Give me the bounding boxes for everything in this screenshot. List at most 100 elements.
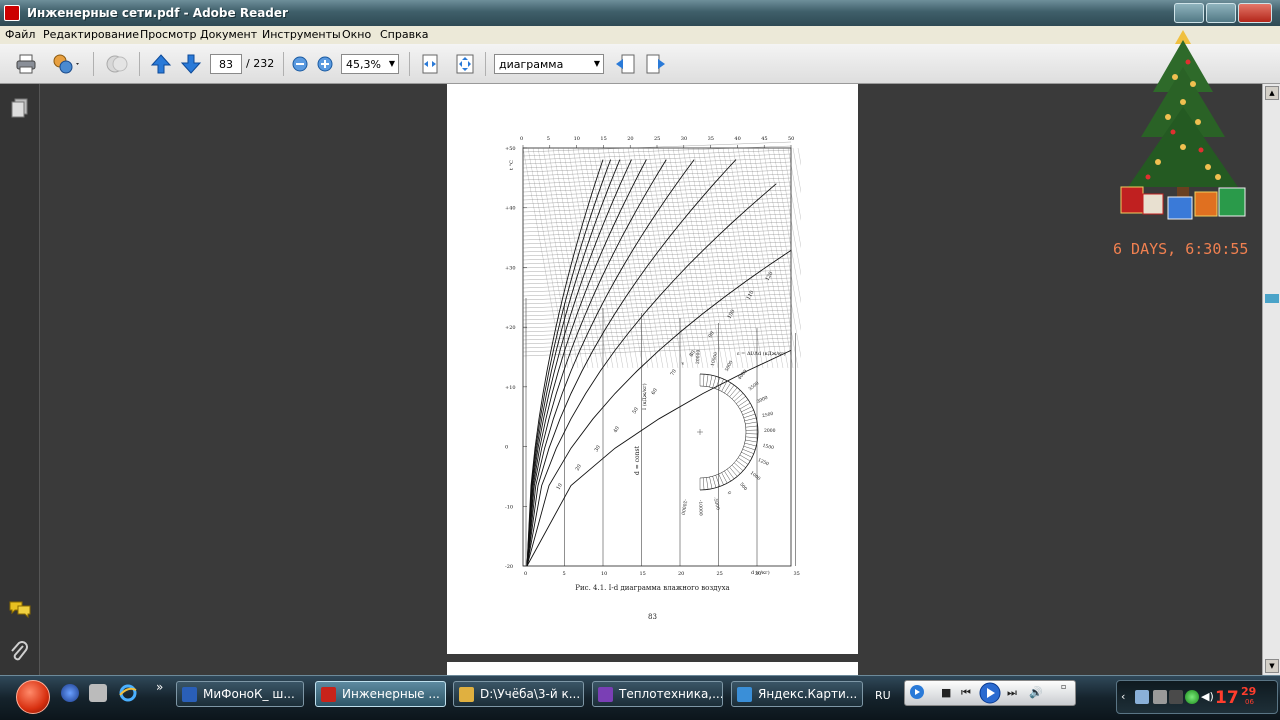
- taskbar-item-teplotekhnika[interactable]: Теплотехника,...: [592, 681, 723, 707]
- scroll-down-icon[interactable]: ▼: [1265, 659, 1279, 673]
- keyboard-icon[interactable]: [1135, 690, 1149, 704]
- epsilon-tick: [706, 374, 709, 387]
- media-player-icon[interactable]: [89, 684, 107, 702]
- scroll-up-icon[interactable]: ▲: [1265, 86, 1279, 100]
- epsilon-tick: [709, 476, 713, 489]
- epsilon-tick-label: -5000: [712, 497, 721, 511]
- print-icon[interactable]: [15, 53, 37, 75]
- previous-track-icon[interactable]: ⏮: [961, 686, 971, 700]
- i-d-diagram: 0 5 10 15 20 25 30 35 40 45 50t °C+50+40+30+20+100…: [505, 136, 801, 577]
- clock-hours[interactable]: 17: [1215, 688, 1239, 708]
- fit-width-icon[interactable]: [419, 53, 441, 75]
- bottom-d-tick-label: 0: [524, 571, 527, 577]
- christmas-tree-gadget[interactable]: [1113, 22, 1253, 230]
- comments-icon[interactable]: [8, 599, 32, 622]
- menu-window[interactable]: Окно: [342, 28, 371, 41]
- top-d-tick-label: 5: [547, 136, 550, 142]
- find-previous-icon[interactable]: [614, 53, 636, 75]
- find-next-icon[interactable]: [645, 53, 667, 75]
- media-player-toolbar: ■ ⏮ ⏭ 🔊 ▫: [904, 680, 1076, 706]
- attachments-icon[interactable]: [9, 641, 29, 666]
- close-button[interactable]: [1238, 3, 1272, 23]
- top-d-tick-label: 45: [761, 136, 767, 142]
- top-d-tick-label: 40: [734, 136, 740, 142]
- next-track-icon[interactable]: ⏭: [1007, 686, 1017, 700]
- enthalpy-line: [712, 147, 754, 369]
- page-number-input[interactable]: 83: [210, 54, 242, 74]
- d-axis-label: d (г/кг): [751, 569, 770, 576]
- document-view[interactable]: 0 5 10 15 20 25 30 35 40 45 50 t °C +50 +40 +30 +20 +10 0…: [41, 84, 1262, 675]
- menu-document[interactable]: Документ: [200, 28, 257, 41]
- grid-line: [522, 225, 792, 237]
- taskbar: » МиФоноК_ ш... Инженерные ... D:\Учёба\…: [0, 675, 1280, 720]
- grid-line: [522, 205, 792, 217]
- maximize-button[interactable]: [1206, 3, 1236, 23]
- taskbar-item-word[interactable]: МиФоноК_ ш...: [176, 681, 304, 707]
- toolbar: 83 / 232 45,3% ▼ диаграмма ▼: [0, 44, 1280, 84]
- menu-view[interactable]: Просмотр: [140, 28, 196, 41]
- monitor-icon[interactable]: [1169, 690, 1183, 704]
- chevron-left-icon[interactable]: ‹: [1121, 690, 1125, 703]
- humidity-curve: [526, 159, 695, 567]
- epsilon-tick-label: 3500: [748, 380, 761, 392]
- enthalpy-line: [612, 147, 654, 369]
- internet-explorer-icon[interactable]: [119, 684, 137, 702]
- stop-icon[interactable]: ■: [941, 686, 951, 699]
- menu-file[interactable]: Файл: [5, 28, 35, 41]
- start-button[interactable]: [16, 680, 50, 714]
- epsilon-tick: [703, 374, 705, 387]
- epsilon-tick: [718, 473, 724, 486]
- minimize-button[interactable]: [1174, 3, 1204, 23]
- epsilon-tick: [703, 477, 705, 490]
- epsilon-tick: [734, 462, 744, 471]
- play-icon[interactable]: [979, 682, 1001, 707]
- enthalpy-line: [697, 147, 739, 369]
- top-d-tick-label: 15: [600, 136, 606, 142]
- grid-line: [522, 269, 792, 281]
- antivirus-icon[interactable]: [1185, 690, 1199, 704]
- pages-icon[interactable]: [10, 98, 30, 123]
- epsilon-tick: [745, 425, 758, 428]
- network-icon[interactable]: [1153, 690, 1167, 704]
- taskbar-item-browser[interactable]: Яндекс.Карти...: [731, 681, 863, 707]
- previous-page-icon[interactable]: [150, 53, 172, 75]
- menu-edit[interactable]: Редактирование: [43, 28, 139, 41]
- grid-line: [522, 189, 792, 201]
- search-input[interactable]: диаграмма ▼: [494, 54, 604, 74]
- language-indicator[interactable]: RU: [875, 689, 891, 702]
- taskbar-item-adobe-reader[interactable]: Инженерные ...: [315, 681, 446, 707]
- show-desktop-icon[interactable]: [61, 684, 79, 702]
- title-bar: Инженерные сети.pdf - Adobe Reader: [0, 0, 1280, 26]
- toolbar-separator: [139, 52, 140, 76]
- volume-icon[interactable]: 🔊: [1029, 686, 1043, 699]
- player-logo-icon[interactable]: [909, 684, 925, 703]
- epsilon-tick: [744, 417, 757, 422]
- menu-help[interactable]: Справка: [380, 28, 428, 41]
- t-tick-label: -20: [505, 564, 513, 570]
- speaker-icon[interactable]: ◀): [1201, 690, 1215, 704]
- zoom-out-icon[interactable]: [291, 55, 309, 73]
- epsilon-tick-label: ∞: [681, 361, 687, 366]
- next-pdf-page: [447, 662, 858, 675]
- scroll-thumb[interactable]: [1265, 294, 1279, 303]
- next-page-icon[interactable]: [180, 53, 202, 75]
- enthalpy-tick-label: 100: [727, 309, 737, 320]
- taskbar-item-folder[interactable]: D:\Учёба\3-й к...: [453, 681, 584, 707]
- t-tick-label: +40: [505, 206, 516, 212]
- vertical-scrollbar[interactable]: ▲ ▼: [1262, 84, 1280, 675]
- epsilon-tick-label: 1000: [749, 470, 762, 482]
- menu-tools[interactable]: Инструменты: [262, 28, 341, 41]
- zoom-in-icon[interactable]: [316, 55, 334, 73]
- restore-player-icon[interactable]: ▫: [1061, 682, 1066, 691]
- fit-page-icon[interactable]: [454, 53, 476, 75]
- epsilon-tick: [743, 446, 756, 451]
- bottom-d-tick-label: 15: [640, 571, 646, 577]
- enthalpy-tick-label: 30: [594, 444, 602, 453]
- share-icon[interactable]: [52, 53, 79, 75]
- quick-launch-overflow-icon[interactable]: »: [156, 680, 163, 694]
- grid-line: [522, 177, 792, 189]
- zoom-select[interactable]: 45,3% ▼: [341, 54, 399, 74]
- bottom-d-tick-label: 10: [601, 571, 607, 577]
- enthalpy-line: [737, 147, 779, 369]
- epsilon-tick: [712, 376, 717, 388]
